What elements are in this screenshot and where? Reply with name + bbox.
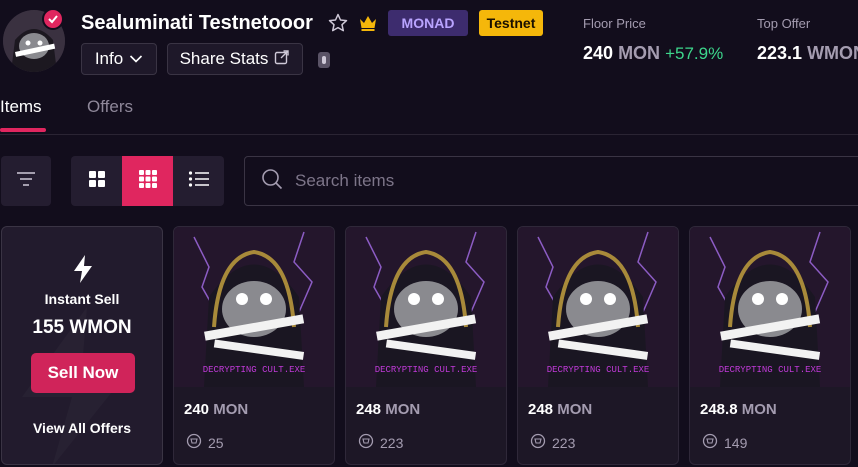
item-price: 248.8 MON [700,401,777,418]
floor-price-change: +57.9% [665,44,724,63]
search-box [244,156,858,206]
top-offer-unit: WMON [807,43,858,63]
item-image: DECRYPTING CULT.EXE [690,227,850,387]
chevron-down-icon [129,49,143,69]
collection-title: Sealuminati Testnetooor [81,12,313,34]
instant-sell-card: Instant Sell 155 WMON Sell Now View All … [1,226,163,465]
sales-icon [186,433,202,452]
tab-items[interactable]: Items [0,97,42,117]
floor-price-label: Floor Price [583,16,646,31]
view-all-offers-link[interactable]: View All Offers [2,420,162,436]
copy-icon[interactable] [313,49,335,71]
view-small-grid-button[interactable] [122,156,173,206]
share-stats-label: Share Stats [179,49,269,68]
item-image-caption: DECRYPTING CULT.EXE [719,365,822,375]
star-icon[interactable] [328,13,348,33]
item-price-value: 248 [528,401,554,418]
item-sales-count: 149 [724,434,748,451]
item-card[interactable]: DECRYPTING CULT.EXE 240 MON 25 [173,226,335,465]
top-offer-value: 223.1 WMON [757,43,858,64]
item-sales: 223 [358,433,403,452]
item-image-caption: DECRYPTING CULT.EXE [203,365,306,375]
item-price-value: 240 [184,401,210,418]
item-image: DECRYPTING CULT.EXE [174,227,334,387]
instant-sell-amount: 155 WMON [32,317,132,338]
floor-price-unit: MON [618,43,661,63]
item-image-caption: DECRYPTING CULT.EXE [547,365,650,375]
item-price-unit: MON [385,401,421,418]
share-stats-button[interactable]: Share Stats [167,43,303,75]
view-list-button[interactable] [173,156,224,206]
list-icon [188,170,210,193]
item-sales-count: 223 [380,434,404,451]
item-card[interactable]: DECRYPTING CULT.EXE 248 MON 223 [345,226,507,465]
item-price-unit: MON [213,401,249,418]
tab-divider [0,134,858,135]
floor-price-number: 240 [583,43,614,63]
info-dropdown-button[interactable]: Info [81,43,157,75]
sales-icon [530,433,546,452]
item-price-unit: MON [557,401,593,418]
filter-icon [16,171,36,192]
grid-large-icon [88,170,106,193]
item-card[interactable]: DECRYPTING CULT.EXE 248 MON 223 [517,226,679,465]
item-sales-count: 223 [552,434,576,451]
sell-now-button[interactable]: Sell Now [31,353,135,393]
testnet-badge: Testnet [479,10,543,36]
instant-sell-label: Instant Sell [44,291,120,307]
item-price: 248 MON [528,401,592,418]
item-sales: 223 [530,433,575,452]
top-offer-label: Top Offer [757,16,811,31]
item-price: 248 MON [356,401,420,418]
item-card[interactable]: DECRYPTING CULT.EXE 248.8 MON 149 [689,226,851,465]
item-image: DECRYPTING CULT.EXE [346,227,506,387]
search-icon [261,168,283,195]
tab-offers[interactable]: Offers [87,97,133,117]
info-label: Info [94,49,124,68]
view-large-grid-button[interactable] [71,156,122,206]
view-mode-toggle [71,156,224,206]
share-icon [274,49,290,70]
item-price-unit: MON [741,401,777,418]
sales-icon [358,433,374,452]
active-tab-indicator [0,128,46,132]
bolt-icon [73,255,93,288]
filter-button[interactable] [1,156,51,206]
item-sales-count: 25 [208,434,224,451]
search-input[interactable] [295,171,795,191]
item-price-value: 248.8 [700,401,738,418]
item-sales: 149 [702,433,747,452]
verified-badge-icon [42,8,64,30]
top-offer-number: 223.1 [757,43,803,63]
monad-badge: MONAD [388,10,468,36]
item-image: DECRYPTING CULT.EXE [518,227,678,387]
grid-small-icon [138,169,158,194]
item-price: 240 MON [184,401,248,418]
floor-price-value: 240 MON +57.9% [583,43,723,64]
item-image-caption: DECRYPTING CULT.EXE [375,365,478,375]
item-sales: 25 [186,433,224,452]
crown-icon [358,14,378,32]
sales-icon [702,433,718,452]
item-price-value: 248 [356,401,382,418]
